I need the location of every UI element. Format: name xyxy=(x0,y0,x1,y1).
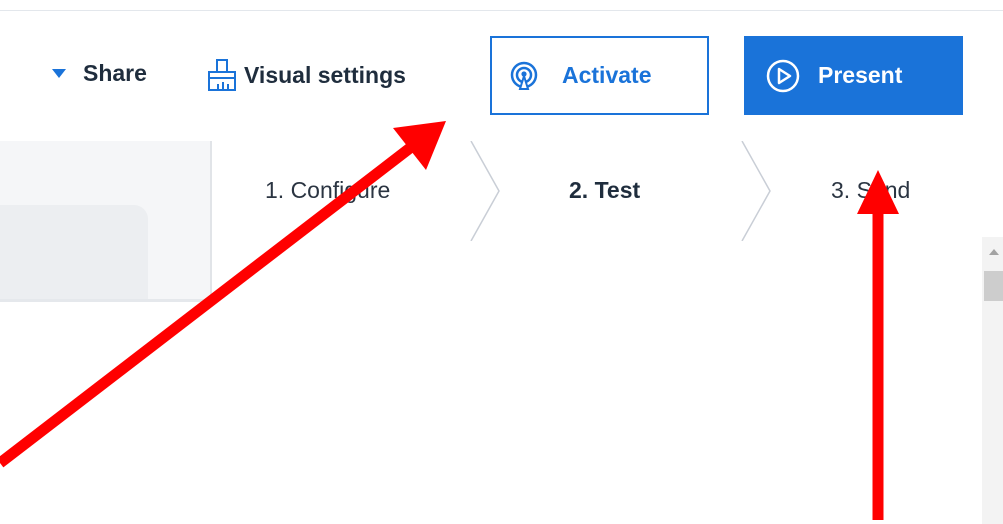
activate-button[interactable]: Activate xyxy=(490,36,709,115)
share-menu[interactable]: Share xyxy=(52,60,147,87)
top-divider xyxy=(0,10,1003,11)
paintbrush-icon xyxy=(208,59,236,91)
present-label: Present xyxy=(818,62,903,88)
broadcast-icon xyxy=(510,61,538,90)
share-label: Share xyxy=(83,60,147,86)
scroll-up-arrow-icon[interactable] xyxy=(989,249,999,255)
panel-bottom-edge xyxy=(0,299,212,302)
present-button[interactable]: Present xyxy=(744,36,963,115)
toolbar: Share Visual settings Activate Present xyxy=(0,36,1003,118)
play-circle-icon xyxy=(766,59,800,92)
step-navigation: 1. Configure 2. Test 3. Send xyxy=(212,141,1003,241)
chevron-right-icon xyxy=(470,141,500,241)
scrollbar-thumb[interactable] xyxy=(984,271,1003,301)
step-send[interactable]: 3. Send xyxy=(831,177,910,204)
caret-down-icon xyxy=(52,69,66,78)
step-configure[interactable]: 1. Configure xyxy=(265,177,390,204)
left-panel-card xyxy=(0,205,148,300)
activate-label: Activate xyxy=(562,62,652,88)
visual-settings-button[interactable]: Visual settings xyxy=(206,56,406,94)
chevron-right-icon xyxy=(741,141,771,241)
step-test[interactable]: 2. Test xyxy=(569,177,640,204)
visual-settings-label: Visual settings xyxy=(244,61,406,88)
